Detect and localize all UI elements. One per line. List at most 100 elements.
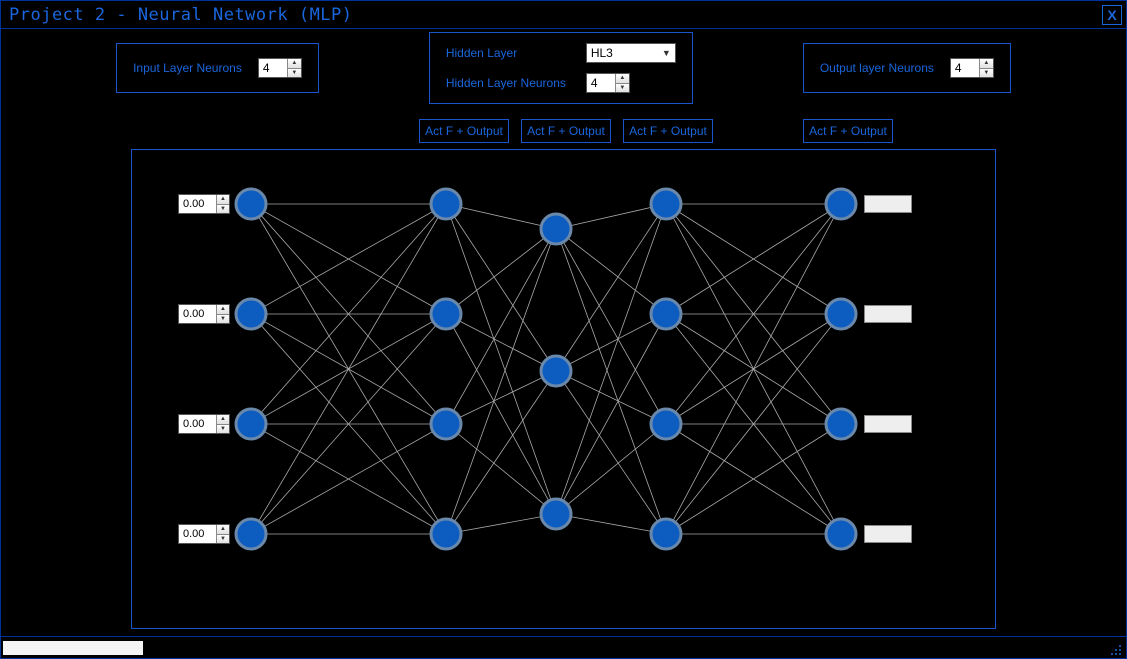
edge bbox=[556, 371, 666, 424]
neuron-hidden1-0 bbox=[431, 189, 461, 219]
neuron-hidden2-1 bbox=[541, 356, 571, 386]
hidden-neurons-value: 4 bbox=[587, 74, 615, 92]
spinner-icon: ▲▼ bbox=[979, 59, 993, 77]
edge bbox=[556, 204, 666, 371]
edge bbox=[446, 314, 556, 371]
neuron-output-0 bbox=[826, 189, 856, 219]
edge bbox=[556, 424, 666, 514]
act-output-button-h2[interactable]: Act F + Output bbox=[521, 119, 611, 143]
chevron-down-icon[interactable]: ▼ bbox=[288, 69, 301, 78]
spinner-icon: ▲▼ bbox=[216, 415, 229, 433]
edge bbox=[446, 229, 556, 534]
output-neuron-3-value bbox=[864, 525, 912, 543]
edge bbox=[556, 229, 666, 314]
spinner-icon: ▲▼ bbox=[615, 74, 629, 92]
neuron-input-2 bbox=[236, 409, 266, 439]
edge bbox=[556, 514, 666, 534]
act-output-button-out[interactable]: Act F + Output bbox=[803, 119, 893, 143]
output-neuron-0-value bbox=[864, 195, 912, 213]
chevron-down-icon[interactable]: ▼ bbox=[217, 315, 229, 324]
hidden-layer-label: Hidden Layer bbox=[446, 46, 566, 60]
resize-grip-icon[interactable] bbox=[1106, 640, 1122, 656]
neuron-hidden1-2 bbox=[431, 409, 461, 439]
window-title: Project 2 - Neural Network (MLP) bbox=[9, 5, 353, 25]
spinner-icon: ▲▼ bbox=[216, 195, 229, 213]
controls-row: Input Layer Neurons 4 ▲▼ Hidden Layer HL… bbox=[1, 29, 1126, 107]
hidden-neurons-stepper[interactable]: 4 ▲▼ bbox=[586, 73, 630, 93]
edge bbox=[446, 204, 556, 514]
hidden-layer-group: Hidden Layer HL3 ▼ Hidden Layer Neurons … bbox=[429, 32, 693, 104]
input-layer-neurons-value: 4 bbox=[259, 59, 287, 77]
neuron-input-1 bbox=[236, 299, 266, 329]
edge bbox=[446, 424, 556, 514]
edge bbox=[556, 204, 666, 229]
hidden-layer-selected: HL3 bbox=[591, 46, 613, 60]
chevron-up-icon[interactable]: ▲ bbox=[217, 305, 229, 315]
input-neuron-0-value-stepper[interactable]: 0.00▲▼ bbox=[178, 194, 230, 214]
neuron-hidden2-2 bbox=[541, 499, 571, 529]
chevron-up-icon[interactable]: ▲ bbox=[616, 74, 629, 84]
act-output-button-h3[interactable]: Act F + Output bbox=[623, 119, 713, 143]
hidden-neurons-label: Hidden Layer Neurons bbox=[446, 76, 566, 90]
input-layer-label: Input Layer Neurons bbox=[133, 61, 242, 75]
chevron-up-icon[interactable]: ▲ bbox=[217, 195, 229, 205]
edge bbox=[446, 204, 556, 229]
neuron-hidden1-1 bbox=[431, 299, 461, 329]
edge bbox=[556, 229, 666, 534]
act-output-button-h1[interactable]: Act F + Output bbox=[419, 119, 509, 143]
neuron-input-3 bbox=[236, 519, 266, 549]
input-neuron-3-value-stepper[interactable]: 0.00▲▼ bbox=[178, 524, 230, 544]
input-neuron-2-value-stepper[interactable]: 0.00▲▼ bbox=[178, 414, 230, 434]
hidden-layer-select[interactable]: HL3 ▼ bbox=[586, 43, 676, 63]
chevron-up-icon[interactable]: ▲ bbox=[217, 415, 229, 425]
input-layer-neurons-stepper[interactable]: 4 ▲▼ bbox=[258, 58, 302, 78]
neuron-output-1 bbox=[826, 299, 856, 329]
input-neuron-3-value: 0.00 bbox=[179, 525, 216, 543]
neuron-hidden1-3 bbox=[431, 519, 461, 549]
edge bbox=[446, 371, 556, 424]
edge bbox=[556, 314, 666, 514]
chevron-up-icon[interactable]: ▲ bbox=[217, 525, 229, 535]
edge bbox=[446, 314, 556, 514]
chevron-down-icon[interactable]: ▼ bbox=[217, 205, 229, 214]
input-neuron-1-value: 0.00 bbox=[179, 305, 216, 323]
chevron-down-icon[interactable]: ▼ bbox=[217, 535, 229, 544]
edge bbox=[446, 204, 556, 371]
chevron-down-icon[interactable]: ▼ bbox=[616, 84, 629, 93]
neuron-input-0 bbox=[236, 189, 266, 219]
spinner-icon: ▲▼ bbox=[216, 305, 229, 323]
chevron-down-icon[interactable]: ▼ bbox=[980, 69, 993, 78]
status-bar bbox=[1, 636, 1126, 658]
edge bbox=[556, 204, 666, 514]
neuron-hidden3-2 bbox=[651, 409, 681, 439]
neuron-hidden3-3 bbox=[651, 519, 681, 549]
neuron-hidden2-0 bbox=[541, 214, 571, 244]
close-icon: X bbox=[1107, 7, 1116, 23]
titlebar: Project 2 - Neural Network (MLP) X bbox=[1, 1, 1126, 29]
chevron-down-icon: ▼ bbox=[662, 48, 671, 58]
output-neuron-1-value bbox=[864, 305, 912, 323]
edge bbox=[446, 229, 556, 314]
input-neuron-2-value: 0.00 bbox=[179, 415, 216, 433]
chevron-up-icon[interactable]: ▲ bbox=[980, 59, 993, 69]
input-neuron-1-value-stepper[interactable]: 0.00▲▼ bbox=[178, 304, 230, 324]
output-layer-label: Output layer Neurons bbox=[820, 61, 934, 75]
close-button[interactable]: X bbox=[1102, 5, 1122, 25]
input-neuron-0-value: 0.00 bbox=[179, 195, 216, 213]
spinner-icon: ▲▼ bbox=[216, 525, 229, 543]
output-neuron-2-value bbox=[864, 415, 912, 433]
network-svg bbox=[131, 149, 996, 629]
input-layer-group: Input Layer Neurons 4 ▲▼ bbox=[116, 43, 319, 93]
output-layer-group: Output layer Neurons 4 ▲▼ bbox=[803, 43, 1011, 93]
output-layer-neurons-stepper[interactable]: 4 ▲▼ bbox=[950, 58, 994, 78]
output-layer-neurons-value: 4 bbox=[951, 59, 979, 77]
activation-buttons-row: Act F + Output Act F + Output Act F + Ou… bbox=[1, 119, 1126, 145]
edge bbox=[446, 514, 556, 534]
edge bbox=[556, 314, 666, 371]
neuron-hidden3-1 bbox=[651, 299, 681, 329]
chevron-down-icon[interactable]: ▼ bbox=[217, 425, 229, 434]
neuron-hidden3-0 bbox=[651, 189, 681, 219]
status-segment bbox=[3, 641, 143, 655]
chevron-up-icon[interactable]: ▲ bbox=[288, 59, 301, 69]
spinner-icon: ▲▼ bbox=[287, 59, 301, 77]
